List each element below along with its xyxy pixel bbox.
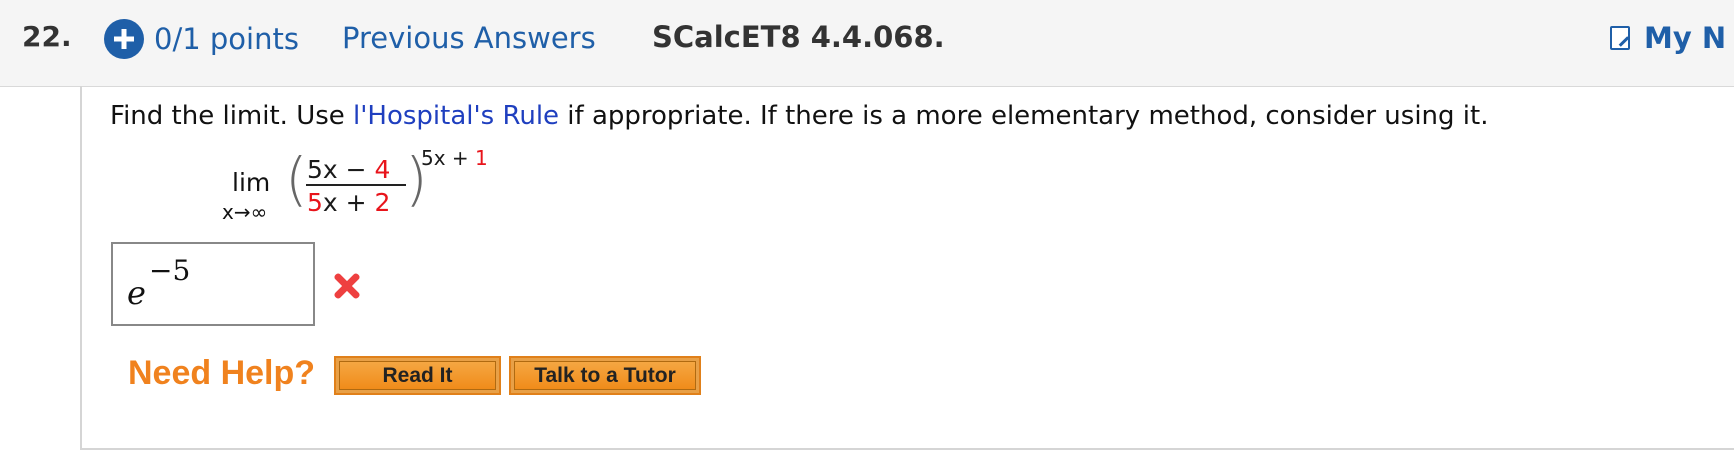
denominator-variable: x + (322, 188, 375, 217)
denominator-constant: 2 (374, 188, 391, 217)
numerator-constant: 4 (374, 155, 391, 184)
my-notes-button[interactable]: My N (1610, 21, 1726, 55)
my-notes-label[interactable]: My N (1644, 21, 1726, 55)
left-paren: ( (285, 145, 308, 213)
note-edit-icon[interactable] (1610, 26, 1630, 50)
fraction-denominator: 5x + 2 (307, 188, 390, 217)
exponent-constant: 1 (475, 146, 488, 170)
question-header: 22. 0/1 points Previous Answers SCalcET8… (0, 0, 1734, 87)
incorrect-x-icon (333, 272, 361, 300)
prompt-text-end: if appropriate. If there is a more eleme… (559, 101, 1489, 131)
answer-base: e (127, 274, 146, 312)
talk-to-tutor-button[interactable]: Talk to a Tutor (509, 356, 701, 395)
limit-exponent: 5x + 1 (421, 146, 488, 170)
question-source-code: SCalcET8 4.4.068. (652, 20, 945, 54)
denominator-coefficient: 5 (307, 188, 323, 217)
read-it-button[interactable]: Read It (334, 356, 501, 395)
lhospital-rule-link[interactable]: l'Hospital's Rule (353, 101, 559, 131)
read-it-label[interactable]: Read It (339, 361, 496, 390)
answer-input[interactable]: e −5 (111, 242, 315, 326)
question-number: 22. (22, 20, 72, 53)
prompt-text-start: Find the limit. Use (110, 101, 354, 131)
need-help-label: Need Help? (128, 354, 316, 392)
exponent-variable: 5x + (421, 146, 476, 170)
previous-answers-link[interactable]: Previous Answers (342, 21, 596, 55)
fraction-bar (306, 184, 406, 186)
fraction-numerator: 5x − 4 (307, 155, 390, 184)
answer-exponent: −5 (149, 254, 191, 287)
limit-expression: lim x→∞ ( 5x − 4 5x + 2 ) 5x + 1 (222, 145, 522, 230)
lim-subscript: x→∞ (222, 200, 268, 224)
question-body (80, 86, 1734, 450)
points-toggle[interactable]: 0/1 points (104, 19, 299, 59)
question-prompt: Find the limit. Use l'Hospital's Rule if… (110, 101, 1488, 131)
points-label[interactable]: 0/1 points (154, 22, 299, 56)
lim-label: lim (232, 168, 271, 197)
numerator-variable: 5x − (307, 155, 375, 184)
talk-to-tutor-label[interactable]: Talk to a Tutor (514, 361, 696, 390)
plus-circle-icon[interactable] (104, 19, 144, 59)
